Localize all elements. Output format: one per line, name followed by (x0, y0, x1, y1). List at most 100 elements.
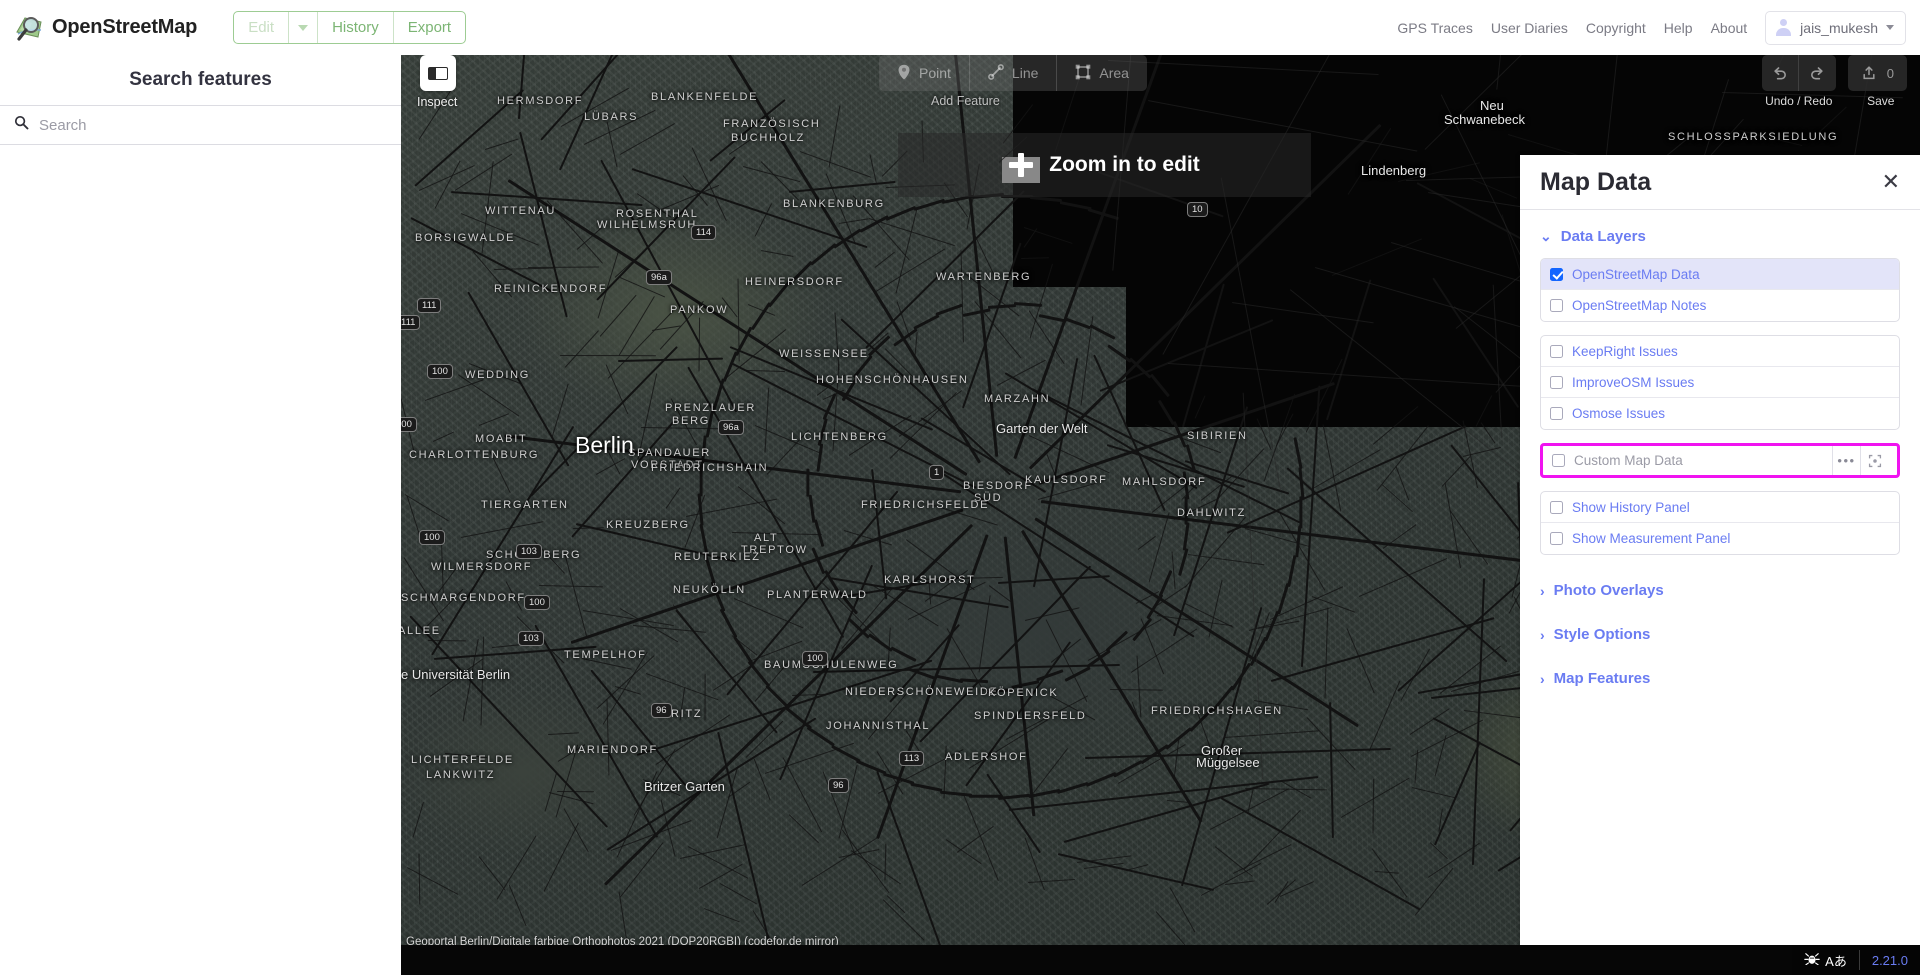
layer-group-osm: OpenStreetMap Data OpenStreetMap Notes (1540, 258, 1900, 322)
layer-group-issues: KeepRight Issues ImproveOSM Issues Osmos… (1540, 335, 1900, 430)
road-shield: 111 (401, 315, 421, 330)
section-photo-overlays[interactable]: › Photo Overlays (1540, 582, 1900, 599)
layer-row-show-measurement-panel[interactable]: Show Measurement Panel (1541, 523, 1899, 554)
history-button[interactable]: History (318, 12, 394, 43)
zoom-in-to-edit-banner: Zoom in to edit (898, 133, 1311, 197)
checkbox-show-history-panel[interactable] (1550, 500, 1563, 514)
ime-indicator[interactable]: Aあ (1792, 950, 1860, 970)
layer-row-osmose-issues[interactable]: Osmose Issues (1541, 398, 1899, 429)
layer-row-show-history-panel[interactable]: Show History Panel (1541, 492, 1899, 523)
user-avatar-icon (1775, 19, 1792, 36)
user-name: jais_mukesh (1800, 19, 1878, 36)
road-shield: 96a (718, 420, 744, 435)
ellipsis-icon[interactable]: ••• (1832, 446, 1860, 475)
layer-row-openstreetmap-notes[interactable]: OpenStreetMap Notes (1541, 290, 1899, 321)
nav-help[interactable]: Help (1664, 20, 1693, 36)
checkbox-keepright-issues[interactable] (1550, 344, 1563, 358)
map-data-body: ⌄ Data Layers OpenStreetMap Data OpenStr… (1520, 210, 1920, 687)
add-line-button[interactable]: Line (970, 55, 1058, 91)
bottom-bar-left (0, 945, 401, 975)
osm-magnifier-logo (14, 13, 44, 43)
chevron-right-icon: › (1540, 582, 1545, 599)
search-results-area (0, 145, 401, 973)
add-feature-toolbar: Point Line Area (879, 55, 1147, 91)
edit-dropdown-button[interactable] (289, 12, 319, 43)
nav-copyright[interactable]: Copyright (1586, 20, 1646, 36)
close-icon[interactable]: ✕ (1882, 171, 1900, 193)
add-point-button[interactable]: Point (879, 55, 970, 91)
nav-user-diaries[interactable]: User Diaries (1491, 20, 1568, 36)
bottom-bar-map-strip (401, 945, 1793, 975)
search-icon (14, 115, 29, 135)
road-shield: 111 (417, 298, 442, 313)
road-segment (806, 468, 810, 497)
brand-name: OpenStreetMap (52, 16, 198, 38)
inspect-panel-icon (428, 66, 448, 80)
chevron-down-icon: ⌄ (1540, 228, 1552, 244)
checkbox-openstreetmap-data[interactable] (1550, 267, 1563, 281)
undo-button[interactable] (1762, 55, 1799, 91)
road-segment (969, 795, 1001, 798)
undo-redo-label: Undo / Redo (1765, 94, 1833, 108)
save-group: 0 (1847, 55, 1907, 91)
chevron-right-icon: › (1540, 626, 1545, 643)
section-style-options[interactable]: › Style Options (1540, 626, 1900, 643)
layer-row-openstreetmap-data[interactable]: OpenStreetMap Data (1541, 259, 1899, 290)
brand[interactable]: OpenStreetMap (14, 13, 197, 43)
zoom-in-to-edit-label: Zoom in to edit (1049, 153, 1200, 176)
add-point-label: Point (919, 65, 951, 81)
search-features-sidebar: Search features (0, 55, 401, 975)
section-label: Photo Overlays (1553, 582, 1664, 599)
road-shield: 100 (427, 364, 453, 379)
nav-gps-traces[interactable]: GPS Traces (1397, 20, 1472, 36)
inspect-toggle-button[interactable] (420, 55, 456, 91)
version-label: 2.21.0 (1871, 952, 1908, 968)
ime-fcitx-icon (1804, 952, 1820, 968)
top-header: OpenStreetMap Edit History Export GPS Tr… (0, 0, 1920, 55)
search-input[interactable] (39, 116, 369, 134)
status-bar: Aあ 2.21.0 (1792, 945, 1920, 975)
layer-row-custom-map-data[interactable]: Custom Map Data ••• (1543, 446, 1897, 475)
zoom-to-data-icon[interactable] (1860, 446, 1888, 475)
ime-label: Aあ (1825, 953, 1847, 969)
checkbox-show-measurement-panel[interactable] (1550, 532, 1563, 545)
section-map-features[interactable]: › Map Features (1540, 670, 1900, 687)
data-layers-section-header[interactable]: ⌄ Data Layers (1540, 228, 1900, 245)
edit-button[interactable]: Edit (234, 12, 290, 43)
layer-label: OpenStreetMap Data (1572, 266, 1700, 282)
save-button[interactable]: 0 (1848, 55, 1907, 91)
area-icon (1075, 64, 1091, 83)
road-shield: 113 (899, 751, 925, 766)
export-button[interactable]: Export (394, 12, 465, 43)
checkbox-improveosm-issues[interactable] (1550, 375, 1563, 389)
road-shield: 96a (646, 270, 672, 285)
edit-tools: Undo / Redo 0 Save (1761, 55, 1907, 108)
chevron-right-icon: › (1540, 670, 1545, 687)
add-area-button[interactable]: Area (1057, 55, 1147, 91)
road-shield: 100 (524, 595, 550, 610)
header-nav: GPS Traces User Diaries Copyright Help A… (1397, 10, 1906, 45)
layer-label: OpenStreetMap Notes (1572, 298, 1707, 313)
nav-about[interactable]: About (1711, 20, 1748, 36)
road-segment (1299, 496, 1303, 529)
road-segment (1184, 496, 1188, 525)
search-bar (0, 105, 401, 145)
undo-redo-group (1761, 55, 1836, 91)
layer-row-keepright-issues[interactable]: KeepRight Issues (1541, 336, 1899, 367)
map-data-title: Map Data (1540, 167, 1652, 196)
road-shield: 100 (419, 530, 445, 545)
road-shield: 96 (651, 703, 672, 718)
bottom-bar: Aあ 2.21.0 (0, 945, 1920, 975)
checkbox-openstreetmap-notes[interactable] (1550, 299, 1563, 312)
user-menu-button[interactable]: jais_mukesh (1765, 10, 1906, 45)
road-shield: 10 (1187, 202, 1208, 217)
checkbox-osmose-issues[interactable] (1550, 407, 1563, 420)
layer-label: Show Measurement Panel (1572, 531, 1731, 546)
chevron-down-icon (298, 24, 309, 31)
redo-button[interactable] (1799, 55, 1836, 91)
map-data-panel: Map Data ✕ ⌄ Data Layers OpenStreetMap D… (1520, 155, 1920, 945)
checkbox-custom-map-data[interactable] (1552, 454, 1565, 467)
road-shield: 96 (828, 778, 849, 793)
layer-row-improveosm-issues[interactable]: ImproveOSM Issues (1541, 367, 1899, 398)
plus-icon (1009, 153, 1034, 177)
